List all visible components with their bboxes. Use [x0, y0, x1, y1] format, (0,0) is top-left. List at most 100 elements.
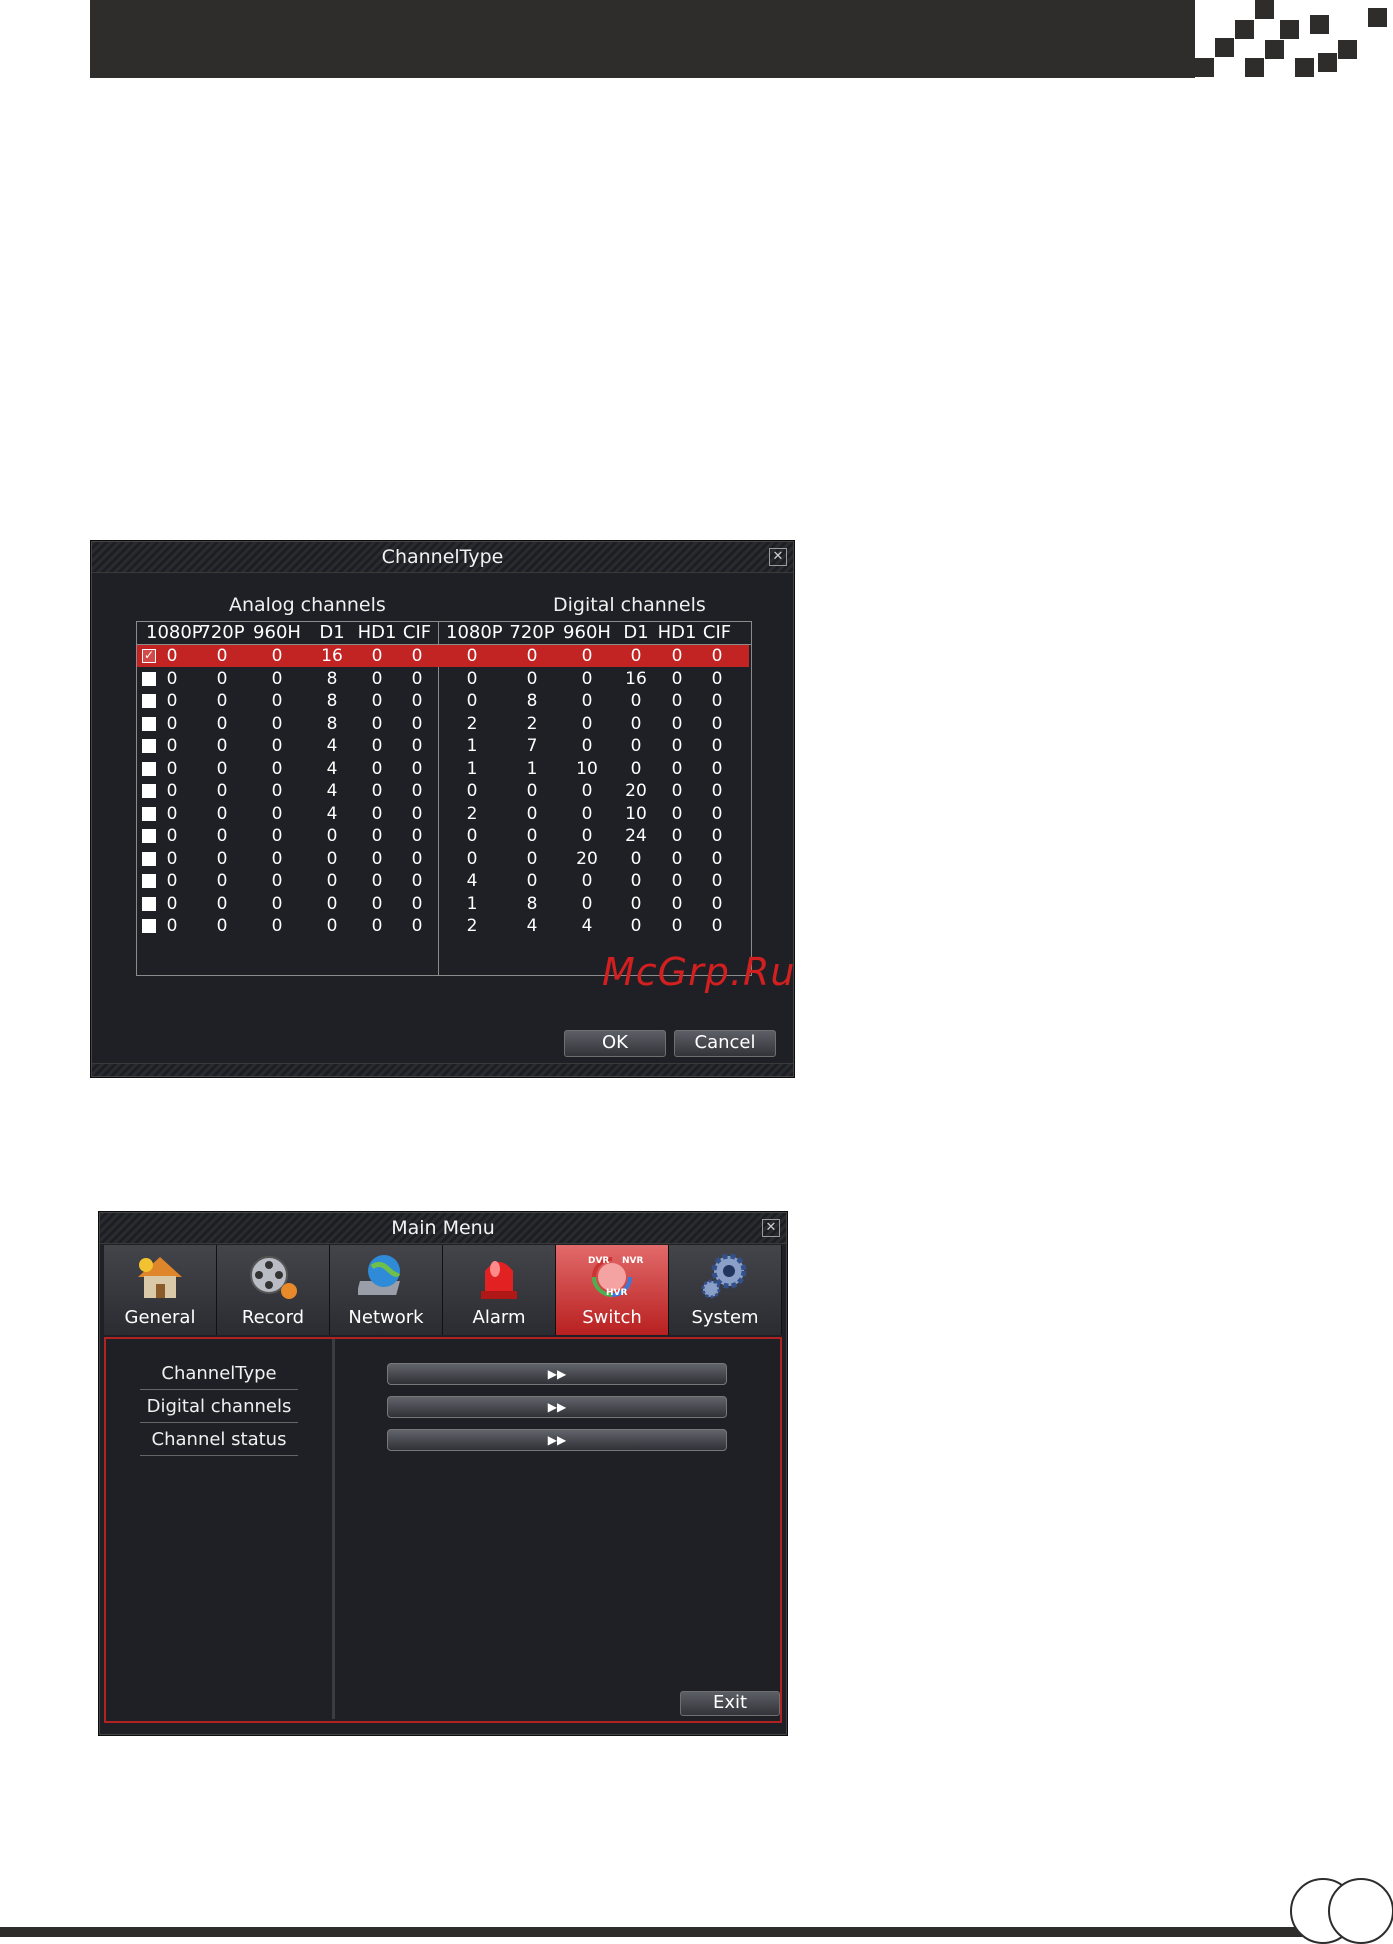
switch-icon-label: NVR: [622, 1256, 644, 1266]
analog-cell: 0: [271, 758, 283, 779]
main-menu-title: Main Menu: [100, 1213, 786, 1244]
digital-cell: 0: [711, 803, 723, 824]
digital-header-1080p: 1080P: [446, 622, 503, 643]
digital-cell: 10: [576, 758, 598, 779]
channel-type-title: ChannelType: [92, 542, 793, 573]
digital-cell: 8: [526, 691, 538, 711]
digital-cell: 0: [581, 893, 593, 914]
digital-cell: 1: [466, 736, 478, 756]
table-row[interactable]: 0 0 0 0 0 0 0 0 20 0 0 0: [137, 848, 749, 870]
digital-channels-arrow-button[interactable]: ▶▶: [387, 1396, 727, 1418]
digital-cell: 0: [466, 668, 478, 689]
analog-cell: 0: [166, 803, 178, 824]
channel-type-arrow-button[interactable]: ▶▶: [387, 1363, 727, 1385]
tab-label: Network: [348, 1307, 424, 1328]
analog-cell: 0: [271, 826, 283, 846]
tab-label: System: [691, 1307, 759, 1328]
analog-cell: 0: [411, 781, 423, 801]
table-row[interactable]: 000000180000: [137, 893, 749, 915]
digital-cell: 0: [711, 871, 723, 891]
analog-cell: 0: [216, 668, 228, 689]
analog-cell: 0: [271, 916, 283, 936]
analog-cell: 0: [216, 848, 228, 869]
digital-header-960h: 960H: [563, 622, 611, 643]
digital-cell: 0: [466, 848, 478, 869]
digital-cell: 0: [711, 668, 723, 689]
gears-icon: [697, 1251, 753, 1303]
side-item-channel-type[interactable]: ChannelType: [140, 1361, 298, 1390]
side-item-channel-status[interactable]: Channel status: [140, 1427, 298, 1456]
table-row[interactable]: 0 0 0 4 0 0 2 0 0 10 0 0: [137, 803, 749, 825]
table-row[interactable]: 000800220000: [137, 713, 749, 735]
digital-cell: 0: [526, 646, 538, 666]
channel-status-arrow-button[interactable]: ▶▶: [387, 1429, 727, 1451]
ok-button[interactable]: OK: [564, 1030, 666, 1057]
digital-cell: 0: [581, 713, 593, 734]
digital-cell: 0: [711, 758, 723, 779]
table-row[interactable]: 000000400000: [137, 870, 749, 892]
tab-label: Switch: [582, 1307, 642, 1328]
analog-cell: 0: [166, 736, 178, 756]
table-row[interactable]: 0 0 0 4 0 0 0 0 0 20 0 0: [137, 780, 749, 802]
analog-cell: 0: [411, 803, 423, 824]
analog-cell: 0: [411, 826, 423, 846]
film-reel-icon: [245, 1251, 301, 1303]
analog-cell: 0: [166, 713, 178, 734]
table-row[interactable]: 000800080000: [137, 690, 749, 712]
analog-cell: 0: [411, 848, 423, 869]
digital-channels-title: Digital channels: [553, 594, 706, 616]
analog-cell: 0: [216, 758, 228, 779]
analog-cell: 0: [216, 826, 228, 846]
digital-cell: 0: [466, 826, 478, 846]
watermark-text: McGrp.Ru: [602, 950, 796, 994]
table-row[interactable]: 0 0 0 4 0 0 1 1 10 0 0 0: [137, 758, 749, 780]
table-row[interactable]: 0 0 0 8 0 0 0 0 0 16 0 0: [137, 668, 749, 690]
tab-switch[interactable]: DVR NVR HVR Switch: [556, 1245, 669, 1335]
side-item-digital-channels[interactable]: Digital channels: [140, 1394, 298, 1423]
analog-cell: 0: [216, 893, 228, 914]
table-row[interactable]: 000000244000: [137, 915, 749, 937]
analog-cell: 0: [271, 871, 283, 891]
digital-cell: 4: [581, 916, 593, 936]
analog-cell: 0: [271, 691, 283, 711]
analog-cell: 0: [166, 916, 178, 936]
analog-cell: 0: [411, 668, 423, 689]
analog-cell: 0: [216, 736, 228, 756]
digital-cell: 0: [526, 803, 538, 824]
table-row[interactable]: 0 0 0 0 0 0 0 0 0 24 0 0: [137, 825, 749, 847]
close-icon[interactable]: ✕: [762, 1219, 780, 1237]
digital-cell: 2: [466, 803, 478, 824]
digital-cell: 2: [466, 713, 478, 734]
analog-cell: 0: [271, 668, 283, 689]
close-icon[interactable]: ✕: [769, 548, 787, 566]
analog-cell: 0: [216, 691, 228, 711]
tab-alarm[interactable]: Alarm: [443, 1245, 556, 1335]
channel-type-window: ChannelType ✕ Analog channels Digital ch…: [91, 541, 794, 1077]
tab-label: Alarm: [472, 1307, 526, 1328]
table-row[interactable]: 000400170000: [137, 735, 749, 757]
analog-cell: 0: [411, 713, 423, 734]
tab-network[interactable]: Network: [330, 1245, 443, 1335]
digital-cell: 0: [711, 646, 723, 666]
tab-record[interactable]: Record: [217, 1245, 330, 1335]
tab-label: Record: [241, 1307, 305, 1328]
digital-cell: 0: [581, 803, 593, 824]
analog-cell: 0: [166, 893, 178, 914]
analog-channels-title: Analog channels: [229, 594, 386, 616]
exit-button[interactable]: Exit: [680, 1691, 780, 1716]
tab-system[interactable]: System: [669, 1245, 782, 1335]
switch-icon-label: HVR: [606, 1288, 628, 1298]
table-row[interactable]: ✓ 0 0 0 16 0 0 0 0 0 0 0 0: [137, 645, 749, 667]
analog-cell: 0: [166, 646, 178, 666]
tab-general[interactable]: General: [104, 1245, 217, 1335]
analog-cell: 0: [271, 848, 283, 869]
digital-cell: 0: [711, 893, 723, 914]
analog-cell: 0: [166, 758, 178, 779]
digital-cell: 0: [581, 826, 593, 846]
cancel-button[interactable]: Cancel: [674, 1030, 776, 1057]
digital-cell: 0: [526, 781, 538, 801]
analog-cell: 0: [271, 893, 283, 914]
digital-cell: 7: [526, 736, 538, 756]
page-number-circle-right: [1328, 1878, 1393, 1944]
analog-cell: 0: [411, 893, 423, 914]
